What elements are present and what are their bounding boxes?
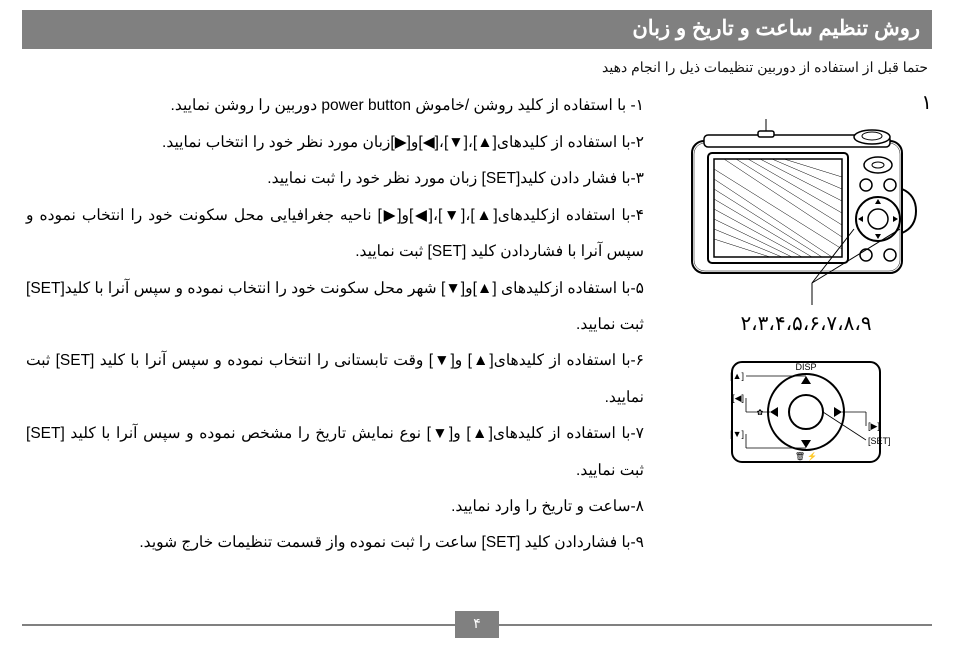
step-2: ۲-با استفاده از کلیدهای[▲]،[▼]،[◀]و[▶]زب…	[26, 125, 644, 161]
step-4: ۴-با استفاده ازکلیدهای[▲]،[▼]،[◀]و[▶] نا…	[26, 198, 644, 271]
section-title: روش تنظیم ساعت و تاریخ و زبان	[632, 17, 920, 40]
footer-line-left	[499, 624, 932, 626]
figure-column: ۱	[680, 88, 932, 468]
step-1: ۱- با استفاده از کلید روشن /خاموش power …	[26, 88, 644, 124]
dial-up-label: [▲]	[730, 371, 744, 381]
svg-text:✿: ✿	[757, 408, 764, 417]
svg-text:⚡ 🗑: ⚡ 🗑	[795, 451, 817, 461]
steps-column: ۱- با استفاده از کلید روشن /خاموش power …	[22, 88, 672, 561]
dial-illustration: DISP ⚡ 🗑 ✿ [▲] [◀] [▼] [▶] [SET]	[706, 356, 906, 468]
manual-page: روش تنظیم ساعت و تاریخ و زبان حتما قبل ا…	[0, 0, 954, 646]
step-9: ۹-با فشاردادن کلید [SET] ساعت را ثبت نمو…	[26, 525, 644, 561]
section-title-bar: روش تنظیم ساعت و تاریخ و زبان	[22, 10, 932, 49]
dial-disp-label: DISP	[795, 362, 816, 372]
step-8: ۸-ساعت و تاریخ را وارد نمایید.	[26, 489, 644, 525]
intro-text: حتما قبل از استفاده از دوربین تنظیمات ذی…	[22, 59, 928, 76]
camera-illustration	[682, 119, 930, 305]
step-6: ۶-با استفاده از کلیدهای[▲] و[▼] وقت تابس…	[26, 343, 644, 416]
footer-line-right	[22, 624, 455, 626]
content-row: ۱	[22, 84, 932, 561]
callout-numbers-bottom: ۲،۳،۴،۵،۶،۷،۸،۹	[740, 311, 871, 336]
step-7: ۷-با استفاده از کلیدهای[▲] و[▼] نوع نمای…	[26, 416, 644, 489]
step-3: ۳-با فشار دادن کلید[SET] زبان مورد نظر خ…	[26, 161, 644, 197]
dial-down-label: [▼]	[730, 429, 744, 439]
dial-right-label: [▶]	[868, 421, 880, 431]
step-5: ۵-با استفاده ازکلیدهای [▲]و[▼] شهر محل س…	[26, 271, 644, 344]
callout-number-top: ۱	[921, 90, 932, 115]
page-number: ۴	[455, 611, 499, 638]
dial-left-label: [◀]	[732, 393, 744, 403]
page-footer: ۴	[22, 611, 932, 638]
dial-set-label: [SET]	[868, 436, 891, 446]
